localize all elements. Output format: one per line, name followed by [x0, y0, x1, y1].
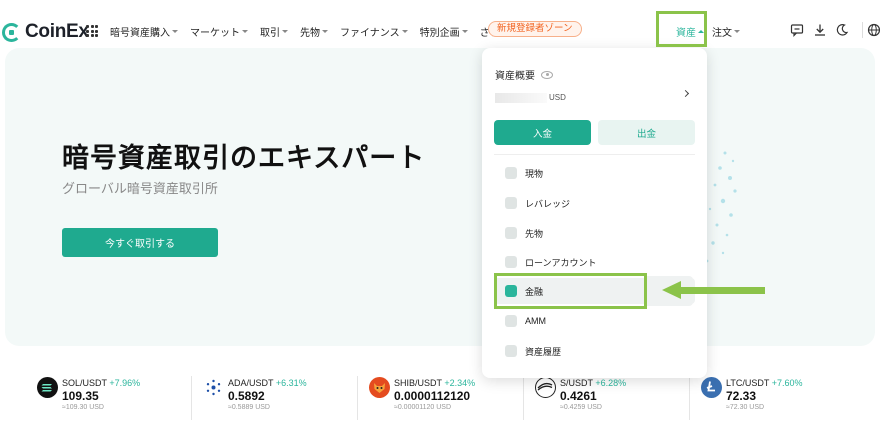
menu-item-amm[interactable]: AMM — [494, 308, 695, 334]
ticker-price: 0.4261 — [560, 389, 597, 403]
menu-futures[interactable]: 先物 — [300, 24, 328, 39]
menu-item-futures[interactable]: 先物 — [494, 220, 695, 246]
ticker-pair: S/USDT — [560, 378, 593, 388]
ticker-usd: ≈0.00001120 USD — [394, 404, 452, 411]
chevron-down-icon — [282, 30, 288, 33]
ticker-change: +6.31% — [275, 378, 307, 388]
chevron-right-icon[interactable] — [681, 89, 690, 98]
assets-overview-title: 資産概要 — [495, 71, 535, 82]
loan-icon — [505, 256, 517, 268]
menu-trade[interactable]: 取引 — [260, 24, 288, 39]
ticker-change: +7.96% — [109, 378, 141, 388]
chevron-down-icon — [322, 30, 328, 33]
balance-row[interactable]: USD — [495, 93, 566, 103]
ticker-change: +2.34% — [444, 378, 476, 388]
menu-buy-crypto[interactable]: 暗号資産購入 — [110, 24, 178, 39]
ticker-price: 72.33 — [726, 389, 757, 403]
sol-icon — [37, 377, 58, 398]
ticker-price: 0.5892 — [228, 389, 265, 403]
ticker-usd: ≈72.30 USD — [726, 404, 765, 411]
ticker-divider — [689, 376, 690, 420]
withdraw-button[interactable]: 出金 — [598, 120, 695, 145]
coinex-logo[interactable]: CoinEx — [2, 21, 89, 43]
ticker-divider — [523, 376, 524, 420]
apps-grid-icon[interactable] — [86, 25, 98, 37]
assets-dropdown: 資産概要 USD 入金 出金 現物 レバレッジ 先物 ローンアカウント 金融 A… — [482, 48, 707, 378]
deposit-button[interactable]: 入金 — [494, 120, 591, 145]
pointer-arrow-shaft — [680, 287, 765, 294]
pointer-arrow-icon — [662, 281, 681, 299]
chevron-down-icon — [242, 30, 248, 33]
trade-now-button[interactable]: 今すぐ取引する — [62, 228, 218, 257]
masked-balance — [495, 93, 547, 103]
chevron-down-icon — [734, 30, 740, 33]
market-ticker: SOL/USDT +7.96% 109.35 ≈109.30 USD ADA/U… — [0, 372, 880, 439]
ticker-change: +7.60% — [771, 378, 803, 388]
ticker-pair: ADA/USDT — [228, 378, 274, 388]
navbar-divider — [862, 22, 863, 38]
menu-markets[interactable]: マーケット — [190, 24, 248, 39]
menu-item-margin[interactable]: レバレッジ — [494, 190, 695, 216]
ticker-item-ltc[interactable]: LTC/USDT +7.60% 72.33 ≈72.30 USD — [701, 372, 851, 424]
ticker-item-shib[interactable]: SHIB/USDT +2.34% 0.0000112120 ≈0.0000112… — [369, 372, 519, 424]
shib-icon — [369, 377, 390, 398]
menu-finance[interactable]: ファイナンス — [340, 24, 408, 39]
margin-icon — [505, 197, 517, 209]
balance-unit: USD — [549, 93, 566, 103]
ada-icon — [203, 377, 224, 398]
ticker-item-s[interactable]: S/USDT +6.28% 0.4261 ≈0.4259 USD — [535, 372, 685, 424]
chevron-down-icon — [401, 30, 408, 33]
assets-highlight-box — [656, 11, 707, 47]
new-user-zone-badge[interactable]: 新規登録者ゾーン — [488, 21, 582, 37]
eye-icon[interactable] — [541, 70, 553, 79]
moon-icon[interactable] — [835, 23, 849, 37]
ticker-item-ada[interactable]: ADA/USDT +6.31% 0.5892 ≈0.5889 USD — [203, 372, 353, 424]
logo-text: CoinEx — [25, 21, 89, 42]
finance-highlight-box — [494, 273, 647, 309]
ticker-pair: SOL/USDT — [62, 378, 107, 388]
menu-item-loan-account[interactable]: ローンアカウント — [494, 249, 695, 275]
chat-icon[interactable] — [790, 23, 804, 37]
ltc-icon — [701, 377, 722, 398]
spot-icon — [505, 167, 517, 179]
hero-subtitle: グローバル暗号資産取引所 — [62, 181, 218, 196]
dropdown-divider — [494, 154, 695, 155]
menu-special[interactable]: 特別企画 — [420, 24, 468, 39]
menu-item-spot[interactable]: 現物 — [494, 160, 695, 186]
ticker-price: 109.35 — [62, 389, 99, 403]
hero-title: 暗号資産取引のエキスパート — [62, 143, 426, 173]
ticker-divider — [191, 376, 192, 420]
ticker-pair: SHIB/USDT — [394, 378, 442, 388]
ticker-usd: ≈0.4259 USD — [560, 404, 602, 411]
chevron-down-icon — [172, 30, 178, 33]
history-icon — [505, 345, 517, 357]
orders-menu-button[interactable]: 注文 — [712, 24, 740, 39]
ticker-usd: ≈109.30 USD — [62, 404, 104, 411]
amm-icon — [505, 315, 517, 327]
futures-icon — [505, 227, 517, 239]
ticker-change: +6.28% — [595, 378, 627, 388]
ticker-price: 0.0000112120 — [394, 389, 471, 403]
download-icon[interactable] — [813, 23, 827, 37]
hero-banner: 暗号資産取引のエキスパート グローバル暗号資産取引所 今すぐ取引する — [5, 48, 875, 346]
coinex-logo-icon — [2, 22, 21, 42]
ticker-usd: ≈0.5889 USD — [228, 404, 270, 411]
main-menu: 暗号資産購入 マーケット 取引 先物 ファイナンス 特別企画 さらに — [110, 24, 530, 39]
s-icon — [535, 377, 556, 398]
ticker-item-sol[interactable]: SOL/USDT +7.96% 109.35 ≈109.30 USD — [37, 372, 187, 424]
ticker-divider — [357, 376, 358, 420]
globe-icon[interactable] — [867, 23, 880, 37]
menu-item-asset-history[interactable]: 資産履歴 — [494, 338, 695, 364]
chevron-down-icon — [461, 30, 468, 33]
ticker-pair: LTC/USDT — [726, 378, 770, 388]
